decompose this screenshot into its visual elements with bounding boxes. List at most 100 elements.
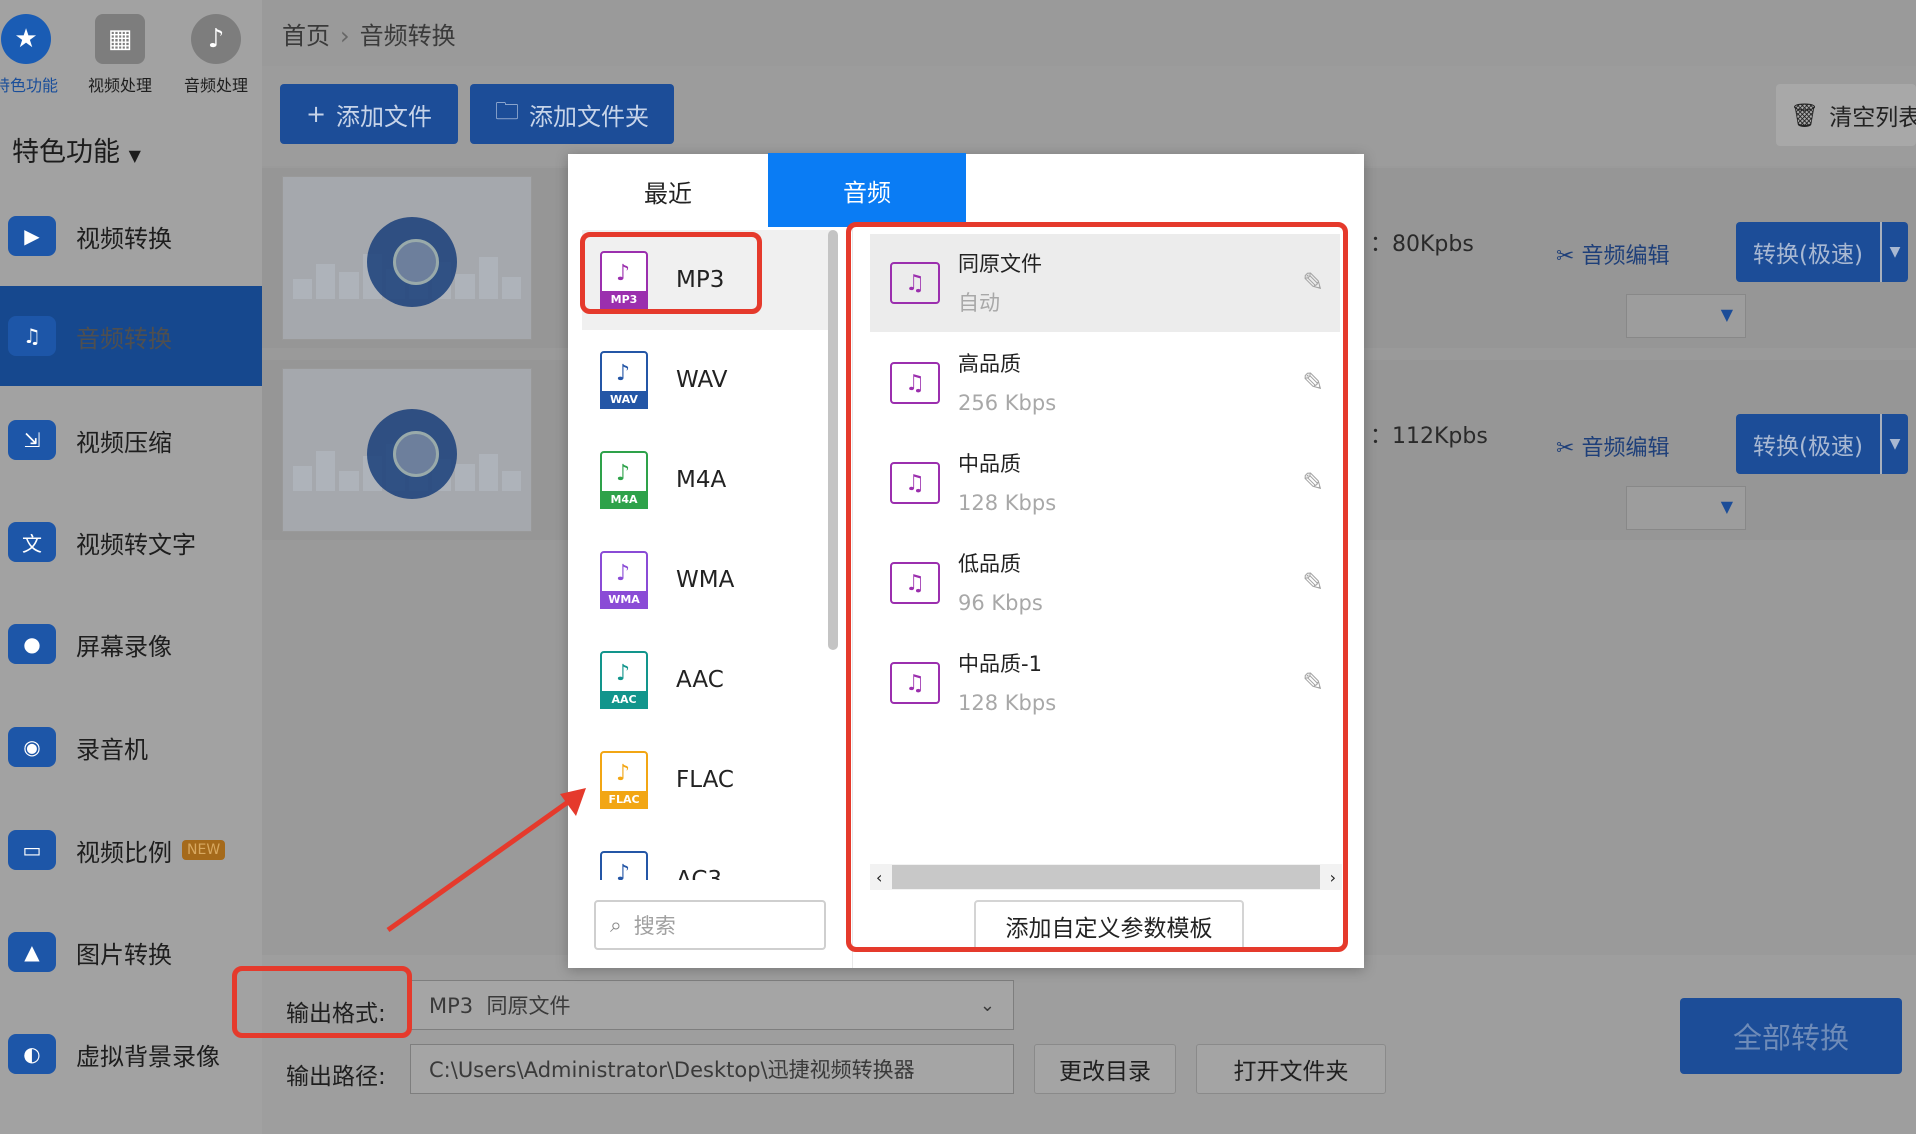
sidebar-item-label: 视频比例 <box>76 838 172 867</box>
audio-edit-link[interactable]: ✂ 音频编辑 <box>1556 238 1669 270</box>
format-list-scrollbar[interactable] <box>828 230 838 650</box>
tab-audio[interactable]: 音频 <box>768 153 966 227</box>
tab-recent[interactable]: 最近 <box>568 154 768 228</box>
film-icon: ▦ <box>95 14 145 64</box>
clear-list-button[interactable]: 🗑 清空列表 <box>1776 84 1916 146</box>
output-path-field[interactable]: C:\Users\Administrator\Desktop\迅捷视频转换器 <box>410 1044 1014 1094</box>
quality-name: 低品质 <box>958 552 1021 576</box>
output-format-select[interactable]: MP3 同原文件 ⌄ <box>410 980 1014 1030</box>
format-item-mp3[interactable]: ♪ MP3 MP3 <box>582 230 832 330</box>
convert-all-button[interactable]: 全部转换 <box>1680 998 1902 1074</box>
quality-item[interactable]: ♫ 低品质 96 Kbps ✎ <box>870 534 1340 632</box>
add-template-label: 添加自定义参数模板 <box>1005 916 1213 942</box>
breadcrumb-current: 音频转换 <box>359 22 456 50</box>
open-folder-label: 打开文件夹 <box>1233 1059 1349 1085</box>
quality-item[interactable]: ♫ 中品质-1 128 Kbps ✎ <box>870 634 1340 732</box>
sidebar-item-video-ratio[interactable]: ▭ 视频比例 NEW <box>0 800 262 900</box>
tab-label: 音频 <box>843 178 891 207</box>
sidebar-item-screen-record[interactable]: ● 屏幕录像 <box>0 594 262 694</box>
sidebar-item-video-to-text[interactable]: 文视频转文字 <box>0 492 262 592</box>
convert-all-label: 全部转换 <box>1732 1021 1849 1055</box>
sidebar-item-video-convert[interactable]: ▶ 视频转换 <box>0 186 262 286</box>
quality-name: 中品质-1 <box>958 652 1042 676</box>
music-note-icon: ♫ <box>890 362 940 404</box>
edit-icon[interactable]: ✎ <box>1302 268 1324 298</box>
format-item-ac3[interactable]: ♪ AC3 <box>582 830 832 880</box>
play-icon[interactable] <box>393 431 439 477</box>
quality-name: 高品质 <box>958 352 1021 376</box>
open-folder-button[interactable]: 打开文件夹 <box>1196 1044 1386 1094</box>
audio-edit-label: 音频编辑 <box>1581 436 1670 461</box>
sidebar: ★ 特色功能 ▦ 视频处理 ♪ 音频处理 特色功能 ▼ ▶ 视频转换 ♫ 音频转换 … <box>0 0 262 1134</box>
aac-file-icon: ♪ AAC <box>600 651 648 709</box>
image-icon: ▲ <box>8 932 56 972</box>
sidebar-item-label: 视频压缩 <box>76 428 172 457</box>
sidebar-item-video-compress[interactable]: ⇲ 视频压缩 <box>0 390 262 490</box>
convert-button[interactable]: 转换(极速) ▼ <box>1736 414 1908 474</box>
clear-list-label: 清空列表 <box>1829 105 1916 131</box>
ratio-icon: ▭ <box>8 830 56 870</box>
section-dropdown[interactable]: 特色功能 ▼ <box>12 130 141 169</box>
breadcrumb-home[interactable]: 首页 <box>282 22 330 50</box>
sidebar-item-label: 虚拟背景录像 <box>76 1042 220 1071</box>
format-item-wav[interactable]: ♪ WAV WAV <box>582 330 832 430</box>
format-item-flac[interactable]: ♪ FLAC FLAC <box>582 730 832 830</box>
bitrate-value: 80Kpbs <box>1392 232 1474 257</box>
scroll-thumb[interactable] <box>892 865 1320 889</box>
change-dir-button[interactable]: 更改目录 <box>1034 1044 1176 1094</box>
caret-down-icon[interactable]: ▼ <box>1882 436 1908 452</box>
add-template-button[interactable]: 添加自定义参数模板 <box>974 900 1244 952</box>
quality-hscrollbar[interactable]: ‹ › <box>870 864 1342 890</box>
topnav-label: 音频处理 <box>183 76 248 95</box>
quality-sub: 256 Kbps <box>958 391 1057 415</box>
video-compress-icon: ⇲ <box>8 420 56 460</box>
quality-select[interactable] <box>1626 486 1746 530</box>
audio-convert-icon: ♫ <box>8 316 56 356</box>
sidebar-item-recorder[interactable]: ◉ 录音机 <box>0 697 262 797</box>
topnav-label: 视频处理 <box>87 76 152 95</box>
search-placeholder: 搜索 <box>633 914 676 938</box>
edit-icon[interactable]: ✎ <box>1302 468 1324 498</box>
chevron-left-icon[interactable]: ‹ <box>870 868 888 887</box>
quality-item[interactable]: ♫ 中品质 128 Kbps ✎ <box>870 434 1340 532</box>
quality-select[interactable] <box>1626 294 1746 338</box>
scissors-icon: ✂ <box>1556 244 1575 269</box>
audio-edit-link[interactable]: ✂ 音频编辑 <box>1556 430 1669 462</box>
chevron-right-icon: › <box>340 22 350 50</box>
music-note-icon: ♫ <box>890 262 940 304</box>
topnav-audio[interactable]: ♪ 音频处理 <box>176 14 256 96</box>
edit-icon[interactable]: ✎ <box>1302 368 1324 398</box>
topnav-video[interactable]: ▦ 视频处理 <box>80 14 160 96</box>
format-list: ♪ MP3 MP3 ♪ WAV WAV ♪ M4A M4A ♪ WMA WMA ♪ AAC AAC … <box>582 230 836 880</box>
text-icon: 文 <box>8 522 56 562</box>
topnav-special[interactable]: ★ 特色功能 <box>0 14 66 96</box>
caret-down-icon: ▼ <box>128 146 141 165</box>
chevron-down-icon: ⌄ <box>979 994 995 1016</box>
caret-down-icon[interactable]: ▼ <box>1882 244 1908 260</box>
format-item-aac[interactable]: ♪ AAC AAC <box>582 630 832 730</box>
convert-button[interactable]: 转换(极速) ▼ <box>1736 222 1908 282</box>
music-note-icon: ♫ <box>890 562 940 604</box>
edit-icon[interactable]: ✎ <box>1302 668 1324 698</box>
format-search-input[interactable]: ⌕ 搜索 <box>594 900 826 950</box>
sidebar-item-audio-convert[interactable]: ♫ 音频转换 <box>0 286 262 386</box>
format-tag: AAC <box>600 691 648 709</box>
format-item-wma[interactable]: ♪ WMA WMA <box>582 530 832 630</box>
quality-item[interactable]: ♫ 同原文件 自动 ✎ <box>870 234 1340 332</box>
quality-item[interactable]: ♫ 高品质 256 Kbps ✎ <box>870 334 1340 432</box>
quality-sub: 自动 <box>958 291 1000 315</box>
sidebar-item-virtual-bg[interactable]: ◐ 虚拟背景录像 <box>0 1004 262 1104</box>
toolbar: + 添加文件 🗀 添加文件夹 🗑 清空列表 <box>262 66 1916 166</box>
format-item-m4a[interactable]: ♪ M4A M4A <box>582 430 832 530</box>
add-file-button[interactable]: + 添加文件 <box>280 84 458 144</box>
topnav-label: 特色功能 <box>0 76 58 95</box>
music-note-icon: ♫ <box>890 462 940 504</box>
play-icon[interactable] <box>393 239 439 285</box>
section-title: 特色功能 <box>12 137 120 168</box>
chevron-right-icon[interactable]: › <box>1324 868 1342 887</box>
sidebar-item-label: 视频转换 <box>76 224 172 253</box>
sidebar-item-image-convert[interactable]: ▲ 图片转换 <box>0 902 262 1002</box>
add-folder-button[interactable]: 🗀 添加文件夹 <box>470 84 674 144</box>
format-name: AC3 <box>676 867 723 880</box>
edit-icon[interactable]: ✎ <box>1302 568 1324 598</box>
